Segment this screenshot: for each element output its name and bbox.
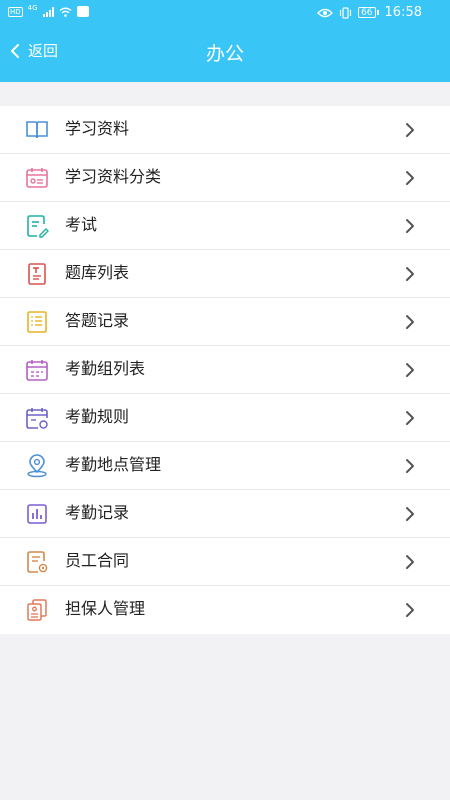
nav-bar: 返回 办公 bbox=[0, 26, 450, 82]
menu-item-label: 考勤记录 bbox=[65, 503, 130, 522]
battery-level: 66 bbox=[358, 7, 376, 18]
menu-item-label: 考勤组列表 bbox=[65, 359, 146, 378]
location-pin-icon bbox=[27, 454, 47, 478]
contract-icon bbox=[27, 551, 48, 573]
question-bank-icon bbox=[28, 263, 46, 285]
chevron-right-icon bbox=[406, 411, 414, 425]
eye-icon bbox=[317, 8, 333, 17]
calendar-rule-icon bbox=[26, 408, 48, 429]
menu-item-question-bank[interactable]: 题库列表 bbox=[0, 250, 450, 298]
battery-icon: 66 bbox=[358, 7, 379, 18]
menu-item-attendance-groups[interactable]: 考勤组列表 bbox=[0, 346, 450, 394]
menu-item-label: 题库列表 bbox=[65, 263, 130, 282]
chevron-right-icon bbox=[406, 267, 414, 281]
exam-edit-icon bbox=[27, 215, 49, 238]
chevron-right-icon bbox=[406, 219, 414, 233]
menu-item-label: 员工合同 bbox=[65, 551, 130, 570]
office-menu-list: 学习资料 学习资料分类 考试 题库列表 答题记录 考勤组列表 考勤规则 考勤地点… bbox=[0, 106, 450, 634]
chevron-right-icon bbox=[406, 459, 414, 473]
chevron-right-icon bbox=[406, 507, 414, 521]
menu-item-label: 答题记录 bbox=[65, 311, 130, 330]
menu-item-employee-contracts[interactable]: 员工合同 bbox=[0, 538, 450, 586]
menu-item-attendance-records[interactable]: 考勤记录 bbox=[0, 490, 450, 538]
menu-item-label: 考试 bbox=[65, 215, 98, 234]
chevron-right-icon bbox=[406, 363, 414, 377]
menu-item-label: 学习资料 bbox=[65, 119, 130, 138]
signal-icon bbox=[42, 6, 54, 17]
menu-item-attendance-locations[interactable]: 考勤地点管理 bbox=[0, 442, 450, 490]
chevron-right-icon bbox=[406, 603, 414, 617]
menu-item-label: 担保人管理 bbox=[65, 599, 146, 618]
menu-item-label: 学习资料分类 bbox=[65, 167, 162, 186]
menu-item-answer-records[interactable]: 答题记录 bbox=[0, 298, 450, 346]
menu-item-exam[interactable]: 考试 bbox=[0, 202, 450, 250]
vibrate-icon bbox=[339, 6, 352, 19]
menu-item-label: 考勤规则 bbox=[65, 407, 130, 426]
bar-chart-icon bbox=[27, 504, 47, 524]
wifi-icon bbox=[59, 7, 71, 17]
book-icon bbox=[26, 121, 48, 139]
chevron-right-icon bbox=[406, 171, 414, 185]
calendar-list-icon bbox=[26, 360, 48, 381]
menu-item-label: 考勤地点管理 bbox=[65, 455, 162, 474]
chevron-right-icon bbox=[406, 315, 414, 329]
clock: 16:58 bbox=[384, 5, 422, 20]
chevron-right-icon bbox=[406, 555, 414, 569]
menu-item-guarantor-management[interactable]: 担保人管理 bbox=[0, 586, 450, 634]
status-bar: HD 4G 66 16:58 bbox=[0, 0, 450, 26]
menu-item-attendance-rules[interactable]: 考勤规则 bbox=[0, 394, 450, 442]
page-title: 办公 bbox=[205, 43, 244, 65]
menu-item-study-materials[interactable]: 学习资料 bbox=[0, 106, 450, 154]
notification-app-icon bbox=[76, 6, 89, 17]
hd-badge: HD bbox=[8, 6, 23, 17]
guarantor-doc-icon bbox=[27, 599, 47, 621]
menu-item-material-categories[interactable]: 学习资料分类 bbox=[0, 154, 450, 202]
category-card-icon bbox=[26, 168, 48, 188]
top-bar: HD 4G 66 16:58 返回 办公 bbox=[0, 0, 450, 82]
network-type: 4G bbox=[27, 3, 38, 12]
chevron-right-icon bbox=[406, 123, 414, 137]
answer-record-icon bbox=[27, 311, 47, 333]
